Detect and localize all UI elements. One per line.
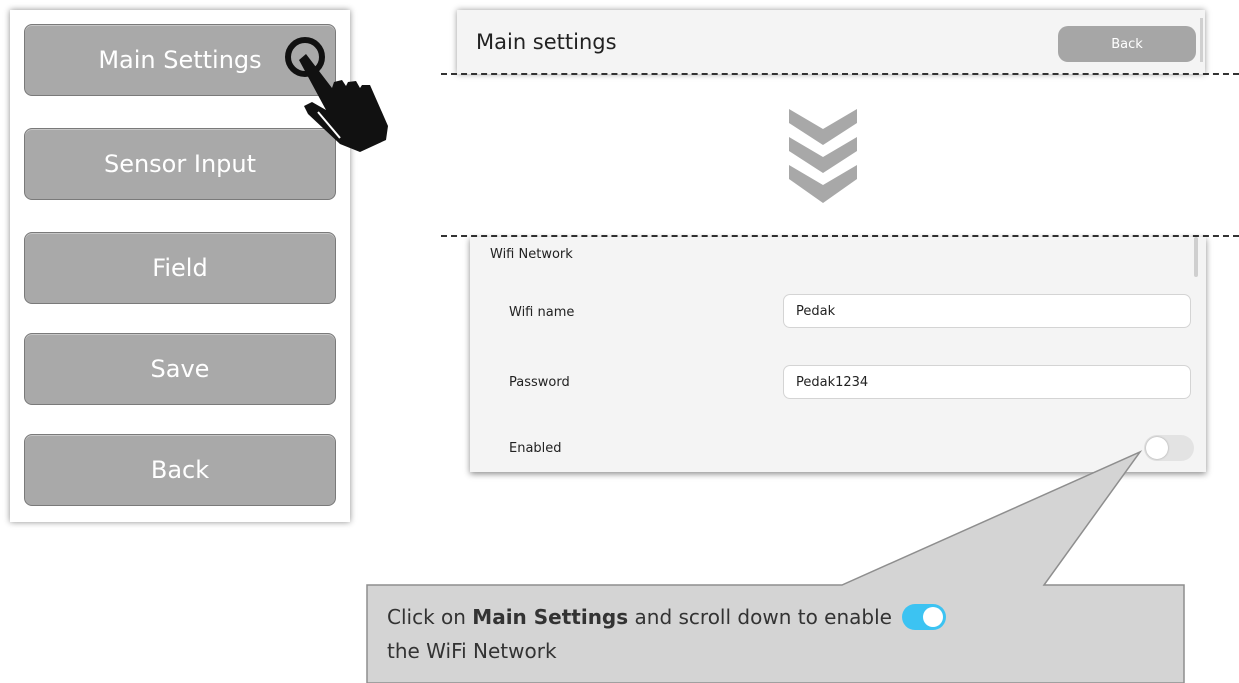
chevron-double-down-icon: [789, 109, 857, 203]
wifi-name-field[interactable]: Pedak: [783, 294, 1191, 328]
page-title: Main settings: [476, 30, 617, 54]
wifi-name-label: Wifi name: [509, 305, 575, 320]
field-label: Field: [152, 254, 208, 282]
toggle-on-icon: [902, 603, 947, 630]
callout-text-part3: the WiFi Network: [387, 639, 557, 663]
back-label: Back: [150, 456, 210, 484]
callout-text-bold: Main Settings: [472, 605, 629, 629]
scrollbar[interactable]: [1194, 237, 1198, 277]
enabled-label: Enabled: [509, 441, 562, 456]
field-button[interactable]: Field: [24, 232, 336, 304]
callout-text-part2: and scroll down to enable: [628, 605, 899, 629]
divider-dashed-top: [441, 73, 1239, 75]
main-settings-window-header: Main settings Back: [457, 10, 1205, 74]
save-label: Save: [150, 355, 210, 383]
callout-instruction: Click on Main Settings and scroll down t…: [387, 600, 987, 668]
hand-pointer-icon: [285, 37, 388, 152]
section-title: Wifi Network: [490, 247, 573, 262]
password-field[interactable]: Pedak1234: [783, 365, 1191, 399]
password-label: Password: [509, 375, 570, 390]
back-button-header[interactable]: Back: [1058, 26, 1196, 62]
sensor-input-label: Sensor Input: [103, 150, 257, 178]
main-settings-label: Main Settings: [98, 46, 262, 74]
scrollbar[interactable]: [1200, 18, 1203, 62]
wifi-settings-panel: Wifi Network Wifi name Pedak Password Pe…: [470, 237, 1206, 472]
back-button[interactable]: Back: [24, 434, 336, 506]
enabled-toggle[interactable]: [1144, 435, 1194, 461]
callout-text-part1: Click on: [387, 605, 473, 629]
toggle-knob: [1146, 437, 1168, 459]
save-button[interactable]: Save: [24, 333, 336, 405]
